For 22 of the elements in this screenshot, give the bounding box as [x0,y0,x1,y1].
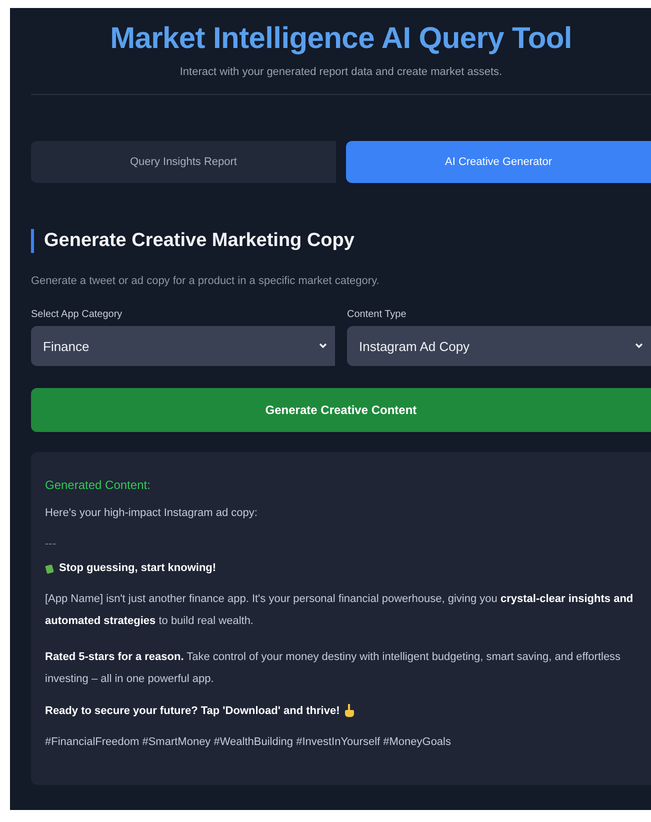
headline-text: Stop guessing, start knowing! [59,562,216,574]
result-paragraph: #FinancialFreedom #SmartMoney #WealthBuilding #InvestInYourself #MoneyGoals [45,735,452,750]
result-paragraph: Rated 5-stars for a reason. Take control of your money destiny with intelligent budgeting, smart saving, and effortless investing – all in one powerful app. [45,650,622,687]
result-paragraph: [App Name] isn't just another finance app. It's your personal financial powerhouse, giving you crystal-clear insights and automated strategies to build real wealth. [45,592,634,629]
generate-button[interactable]: Generate Creative Content [31,388,651,432]
page-subtitle: Interact with your generated report data and create market assets. [178,66,504,78]
pointing-hand-icon [344,704,354,717]
chevron-down-icon [319,343,327,349]
tab[interactable]: Query Insights Report [31,141,336,183]
page-title: Market Intelligence AI Query Tool [109,22,573,56]
result-label: Generated Content: [45,478,152,492]
tab[interactable]: AI Creative Generator [346,141,651,183]
section-description: Generate a tweet or ad copy for a product in a specific market category. [31,275,380,287]
chevron-down-icon [635,343,643,349]
dropdown[interactable]: Instagram Ad Copy [347,326,651,366]
separator-text: --- [45,538,57,550]
result-paragraph: Here's your high-impact Instagram ad copy: [45,506,258,521]
headline-text: Ready to secure your future? Tap 'Download' and thrive! [45,704,340,716]
field-label: Content Type [347,309,408,320]
section-title: Generate Creative Marketing Copy [31,229,651,253]
dropdown[interactable]: Finance [31,326,335,366]
field-label: Select App Category [31,309,124,320]
